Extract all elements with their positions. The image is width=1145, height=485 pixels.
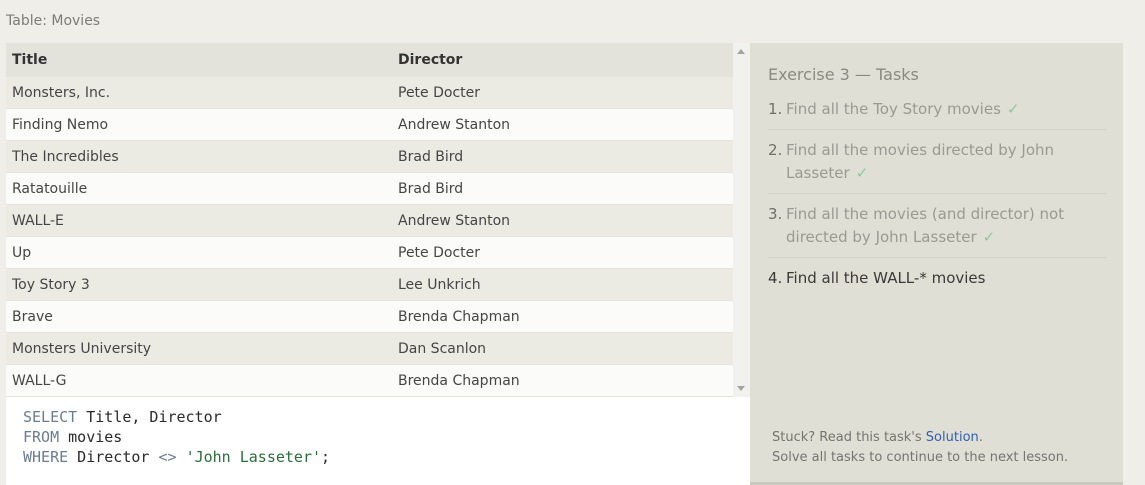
table-row: Toy Story 3 Lee Unkrich — [6, 269, 733, 301]
table-caption: Table: Movies — [6, 13, 101, 29]
task-item: 2. Find all the movies directed by John … — [768, 138, 1106, 194]
task-item: 1. Find all the Toy Story movies ✓ — [768, 97, 1106, 130]
table-row: Monsters University Dan Scanlon — [6, 333, 733, 365]
cell-director: Dan Scanlon — [398, 340, 487, 357]
task-list: 1. Find all the Toy Story movies ✓ 2. Fin… — [768, 97, 1106, 298]
cell-director: Brad Bird — [398, 180, 464, 197]
continue-note: Solve all tasks to continue to the next … — [772, 450, 1069, 465]
sql-keyword: WHERE — [23, 448, 69, 466]
cell-title: Brave — [12, 308, 53, 325]
task-number: 4. — [768, 269, 783, 287]
table-row: Ratatouille Brad Bird — [6, 173, 733, 205]
sql-string: 'John Lasseter' — [185, 448, 322, 466]
stuck-period: . — [978, 430, 983, 445]
cell-title: Toy Story 3 — [12, 276, 90, 293]
panel-title: Exercise 3 — Tasks — [768, 65, 919, 84]
sql-lesson-page: Table: Movies Title Director Monsters, I… — [0, 0, 1145, 485]
cell-director: Pete Docter — [398, 244, 481, 261]
sql-text: Title, Director — [77, 408, 222, 426]
sql-line-2: FROM movies — [23, 427, 750, 447]
task-number: 3. — [768, 205, 783, 223]
stuck-text: Stuck? Read this task's — [772, 430, 926, 445]
cell-title: Monsters, Inc. — [12, 84, 111, 101]
scroll-up-icon[interactable] — [737, 49, 745, 54]
task-label: Find all the movies directed by John Las… — [786, 141, 1055, 182]
cell-title: Monsters University — [12, 340, 152, 357]
table-row: Brave Brenda Chapman — [6, 301, 733, 333]
cell-director: Brad Bird — [398, 148, 464, 165]
sql-line-3: WHERE Director <> 'John Lasseter'; — [23, 447, 750, 467]
task-text: Find all the movies (and director) not d… — [786, 203, 1106, 249]
sql-text: Director — [68, 448, 159, 466]
panel-footer: Stuck? Read this task's Solution. Solve … — [772, 428, 1068, 468]
sql-operator: <> — [158, 448, 177, 466]
cell-title: Finding Nemo — [12, 116, 109, 133]
sql-space — [177, 448, 186, 466]
sql-text: movies — [59, 428, 123, 446]
task-number: 2. — [768, 141, 783, 159]
checkmark-icon: ✓ — [982, 228, 996, 246]
sql-keyword: SELECT — [23, 408, 78, 426]
cell-director: Brenda Chapman — [398, 372, 520, 389]
results-table: Title Director Monsters, Inc. Pete Docte… — [6, 43, 733, 397]
sql-editor[interactable]: SELECT Title, Director FROM movies WHERE… — [6, 397, 750, 485]
sql-keyword: FROM — [23, 428, 60, 446]
task-item: 3. Find all the movies (and director) no… — [768, 202, 1106, 258]
checkmark-icon: ✓ — [1006, 100, 1020, 118]
cell-title: The Incredibles — [12, 148, 119, 165]
cell-title: WALL-E — [12, 212, 64, 229]
table-header-row: Title Director — [6, 43, 733, 77]
cell-title: Up — [12, 244, 32, 261]
table-row: WALL-E Andrew Stanton — [6, 205, 733, 237]
scroll-down-icon[interactable] — [737, 386, 745, 391]
task-label: Find all the Toy Story movies — [786, 100, 1001, 118]
table-row: Up Pete Docter — [6, 237, 733, 269]
task-label: Find all the movies (and director) not d… — [786, 205, 1065, 246]
cell-director: Andrew Stanton — [398, 212, 511, 229]
stuck-line: Stuck? Read this task's Solution. — [772, 428, 1068, 448]
task-text: Find all the movies directed by John Las… — [786, 139, 1106, 185]
cell-director: Andrew Stanton — [398, 116, 511, 133]
solution-link[interactable]: Solution — [926, 430, 979, 445]
task-text: Find all the Toy Story movies ✓ — [786, 98, 1019, 121]
task-item-current: 4. Find all the WALL-* movies — [768, 266, 1106, 298]
column-header-title: Title — [12, 51, 48, 68]
cell-director: Lee Unkrich — [398, 276, 481, 293]
tasks-panel: Exercise 3 — Tasks 1. Find all the Toy S… — [750, 43, 1123, 485]
cell-director: Pete Docter — [398, 84, 481, 101]
checkmark-icon: ✓ — [855, 164, 869, 182]
cell-title: WALL-G — [12, 372, 67, 389]
table-row: WALL-G Brenda Chapman — [6, 365, 733, 397]
sql-line-1: SELECT Title, Director — [23, 407, 750, 427]
cell-director: Brenda Chapman — [398, 308, 520, 325]
column-header-director: Director — [398, 51, 463, 68]
table-row: Monsters, Inc. Pete Docter — [6, 77, 733, 109]
cell-title: Ratatouille — [12, 180, 88, 197]
table-row: Finding Nemo Andrew Stanton — [6, 109, 733, 141]
sql-terminator: ; — [321, 448, 331, 466]
task-label: Find all the WALL-* movies — [786, 269, 986, 287]
task-number: 1. — [768, 100, 783, 118]
table-row: The Incredibles Brad Bird — [6, 141, 733, 173]
table-scrollbar[interactable] — [733, 43, 750, 397]
